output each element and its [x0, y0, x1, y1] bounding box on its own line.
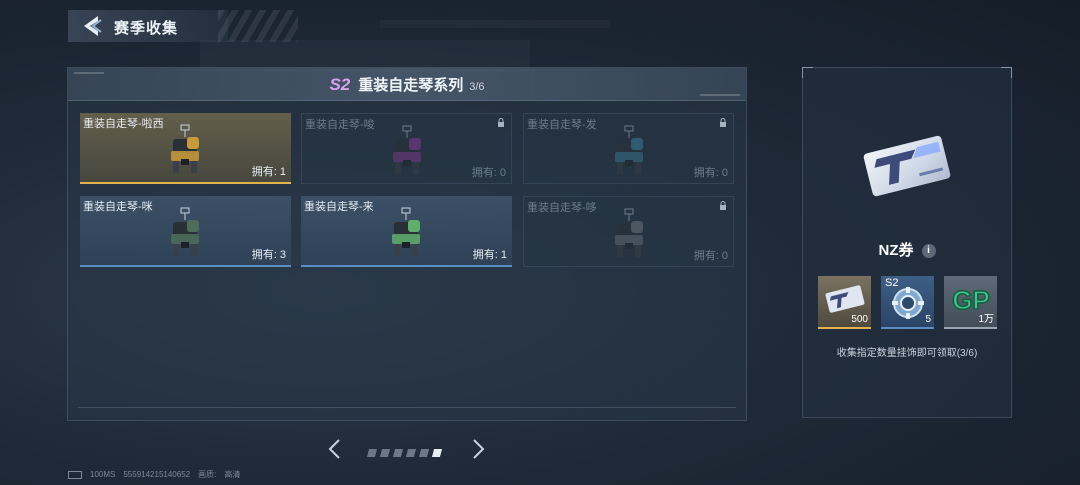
lock-icon: [720, 118, 726, 127]
background-decoration: [380, 20, 610, 28]
page-title: 赛季收集: [114, 20, 179, 37]
card-name: 重装自走琴-发: [527, 119, 597, 131]
mech-figure-icon: [615, 125, 643, 174]
reward-panel: NZ券 i 500 S2 5 GP 1万 收集指定数量挂饰即可领取(3/6): [802, 67, 1012, 418]
network-icon: [68, 470, 82, 479]
owned-count: 拥有: 3: [251, 249, 286, 261]
reward-description: 收集指定数量挂饰即可领取(3/6): [836, 348, 978, 359]
player-id: 555914215140652: [123, 470, 191, 479]
reward-quantity: 500: [851, 314, 868, 325]
mech-figure-icon: [392, 207, 420, 256]
reward-item-nz-ticket[interactable]: 500: [818, 276, 871, 329]
status-bar: 100MS 555914215140652 画质: 高清: [68, 469, 248, 480]
card-name: 重装自走琴-来: [304, 201, 374, 213]
owned-count: 拥有: 0: [693, 250, 728, 262]
collection-card[interactable]: 重装自走琴-发拥有: 0: [523, 113, 734, 184]
corner-decoration: [1001, 67, 1012, 78]
quality-value: 高清: [224, 470, 241, 479]
reward-name: NZ券 i: [803, 239, 1011, 260]
mech-figure-icon: [171, 207, 199, 256]
reward-item-gp[interactable]: GP 1万: [944, 276, 997, 329]
owned-count: 拥有: 0: [471, 167, 506, 179]
card-name: 重装自走琴-啦西: [83, 118, 164, 130]
card-name: 重装自走琴-咪: [83, 201, 153, 213]
season-badge: S2: [329, 75, 351, 94]
panel-header: S2 重装自走琴系列 3/6: [68, 68, 746, 101]
panel-divider: [78, 407, 736, 408]
header-stripes: [218, 10, 298, 42]
collection-panel: S2 重装自走琴系列 3/6 重装自走琴-啦西 拥有: 1 重装自走琴-唆 拥有: 0 重装…: [67, 67, 747, 421]
page-dot[interactable]: [392, 449, 404, 457]
corner-decoration: [802, 67, 813, 78]
ping-value: 100MS: [90, 470, 116, 479]
collection-card[interactable]: 重装自走琴-咪拥有: 3: [80, 196, 291, 267]
quality-label: 画质:: [198, 470, 217, 479]
page-dot[interactable]: [418, 449, 430, 457]
collection-card[interactable]: 重装自走琴-哆拥有: 0: [523, 196, 734, 267]
back-arrow-icon[interactable]: [80, 14, 104, 38]
owned-count: 拥有: 0: [693, 167, 728, 179]
mech-figure-icon: [171, 124, 199, 173]
collection-card[interactable]: 重装自走琴-啦西拥有: 1: [80, 113, 291, 184]
reward-name-text: NZ券: [878, 242, 914, 259]
lock-icon: [498, 118, 504, 127]
page-dot[interactable]: [431, 449, 443, 457]
series-title: S2 重装自走琴系列 3/6: [68, 74, 746, 95]
info-icon[interactable]: i: [921, 244, 936, 259]
prev-page-arrow-icon[interactable]: [325, 438, 345, 460]
s2-core-icon: [892, 287, 924, 319]
mech-figure-icon: [615, 208, 643, 257]
card-name: 重装自走琴-哆: [527, 202, 597, 214]
reward-item-s2-core[interactable]: S2 5: [881, 276, 934, 329]
owned-count: 拥有: 1: [472, 249, 507, 261]
collection-card[interactable]: 重装自走琴-来拥有: 1: [301, 196, 512, 267]
page-dot[interactable]: [405, 449, 417, 457]
lock-icon: [720, 201, 726, 210]
next-page-arrow-icon[interactable]: [468, 438, 488, 460]
nz-ticket-icon: [825, 285, 865, 313]
page-dot[interactable]: [366, 449, 378, 457]
nz-ticket-icon: [863, 135, 951, 197]
collection-card[interactable]: 重装自走琴-唆拥有: 0: [301, 113, 512, 184]
series-progress: 3/6: [469, 81, 485, 93]
reward-quantity: 5: [925, 314, 931, 325]
card-name: 重装自走琴-唆: [305, 119, 375, 131]
page-dot[interactable]: [379, 449, 391, 457]
series-name: 重装自走琴系列: [358, 77, 464, 94]
owned-count: 拥有: 1: [251, 166, 286, 178]
mech-figure-icon: [393, 125, 421, 174]
reward-quantity: 1万: [978, 314, 994, 325]
page-header: 赛季收集: [68, 10, 298, 42]
page-indicator: [366, 444, 446, 457]
